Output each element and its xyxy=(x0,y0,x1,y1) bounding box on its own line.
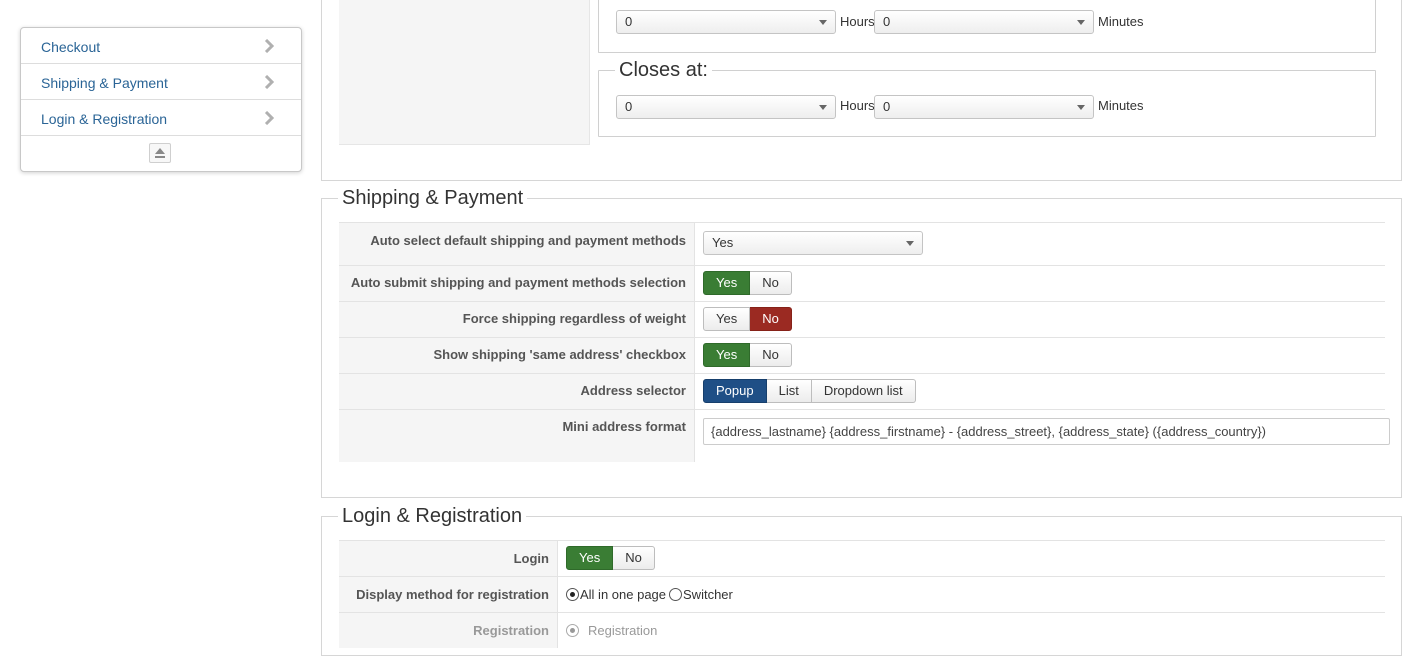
login-no-button[interactable]: No xyxy=(613,546,655,570)
force-shipping-row: Force shipping regardless of weight xyxy=(339,301,1385,337)
sidebar-item-login-registration[interactable]: Login & Registration xyxy=(21,100,301,136)
same-address-yes-button[interactable]: Yes xyxy=(703,343,751,367)
same-address-toggle: Yes No xyxy=(703,343,792,367)
auto-submit-toggle: Yes No xyxy=(703,271,792,295)
auto-submit-row: Auto submit shipping and payment methods… xyxy=(339,265,1385,301)
same-address-row: Show shipping 'same address' checkbox xyxy=(339,337,1385,373)
registration-label: Registration xyxy=(339,613,558,648)
force-shipping-yes-button[interactable]: Yes xyxy=(703,307,751,331)
sidebar-item-label: Shipping & Payment xyxy=(41,75,168,91)
switcher-label: Switcher xyxy=(683,587,733,602)
chevron-right-icon xyxy=(264,111,275,125)
chevron-down-icon xyxy=(1077,105,1085,110)
display-method-label: Display method for registration xyxy=(339,577,558,612)
display-method-options: All in one page Switcher xyxy=(566,587,733,602)
login-toggle: Yes No xyxy=(566,546,655,570)
opens-minutes-unit: Minutes xyxy=(1098,14,1144,29)
closes-at-legend: Closes at: xyxy=(615,59,712,82)
chevron-down-icon xyxy=(819,20,827,25)
login-label: Login xyxy=(339,541,558,576)
hours-label-column xyxy=(339,0,590,145)
chevron-down-icon xyxy=(906,241,914,246)
opens-hours-unit: Hours xyxy=(840,14,875,29)
force-shipping-no-button[interactable]: No xyxy=(750,307,792,331)
eject-icon xyxy=(155,148,165,158)
all-in-one-page-label: All in one page xyxy=(580,587,667,602)
login-registration-title: Login & Registration xyxy=(338,505,527,528)
address-selector-label: Address selector xyxy=(339,374,695,409)
mini-address-format-input[interactable]: {address_lastname} {address_firstname} -… xyxy=(703,418,1390,445)
all-in-one-page-radio[interactable] xyxy=(566,588,579,601)
mini-address-label: Mini address format xyxy=(339,410,695,462)
sidebar-nav: Checkout Shipping & Payment Login & Regi… xyxy=(20,27,302,172)
login-registration-section: Login & Registration Login Display metho… xyxy=(321,505,1402,656)
registration-row: Registration xyxy=(339,612,1385,648)
chevron-right-icon xyxy=(264,39,275,53)
shipping-payment-title: Shipping & Payment xyxy=(338,187,528,210)
sidebar-footer xyxy=(21,136,301,172)
closes-minutes-unit: Minutes xyxy=(1098,98,1144,113)
opens-minutes-select[interactable]: 0 xyxy=(874,10,1094,34)
auto-submit-no-button[interactable]: No xyxy=(750,271,792,295)
auto-select-dropdown[interactable]: Yes xyxy=(703,231,923,255)
chevron-down-icon xyxy=(819,105,827,110)
closes-hours-select[interactable]: 0 xyxy=(616,95,836,119)
address-selector-popup-button[interactable]: Popup xyxy=(703,379,767,403)
registration-radio[interactable] xyxy=(566,624,579,637)
sidebar-item-label: Login & Registration xyxy=(41,111,168,127)
chevron-right-icon xyxy=(264,75,275,89)
force-shipping-toggle: Yes No xyxy=(703,307,792,331)
opens-hours-select[interactable]: 0 xyxy=(616,10,836,34)
address-selector-list-button[interactable]: List xyxy=(766,379,812,403)
login-yes-button[interactable]: Yes xyxy=(566,546,614,570)
sidebar-item-label: Checkout xyxy=(41,39,101,55)
auto-submit-label: Auto submit shipping and payment methods… xyxy=(339,266,695,301)
address-selector-dropdown-button[interactable]: Dropdown list xyxy=(811,379,916,403)
closes-minutes-select[interactable]: 0 xyxy=(874,95,1094,119)
registration-options: Registration xyxy=(566,623,657,638)
sidebar-item-shipping-payment[interactable]: Shipping & Payment xyxy=(21,64,301,100)
auto-submit-yes-button[interactable]: Yes xyxy=(703,271,751,295)
sidebar-item-checkout[interactable]: Checkout xyxy=(21,28,301,64)
auto-select-label: Auto select default shipping and payment… xyxy=(339,223,695,265)
display-method-row: Display method for registration xyxy=(339,576,1385,612)
chevron-down-icon xyxy=(1077,20,1085,25)
login-row: Login xyxy=(339,540,1385,576)
switcher-radio[interactable] xyxy=(669,588,683,601)
same-address-label: Show shipping 'same address' checkbox xyxy=(339,338,695,373)
registration-option-label: Registration xyxy=(588,623,658,638)
closes-hours-unit: Hours xyxy=(840,98,875,113)
collapse-sidebar-button[interactable] xyxy=(149,143,171,163)
address-selector-toggle: Popup List Dropdown list xyxy=(703,379,916,403)
force-shipping-label: Force shipping regardless of weight xyxy=(339,302,695,337)
same-address-no-button[interactable]: No xyxy=(750,343,792,367)
